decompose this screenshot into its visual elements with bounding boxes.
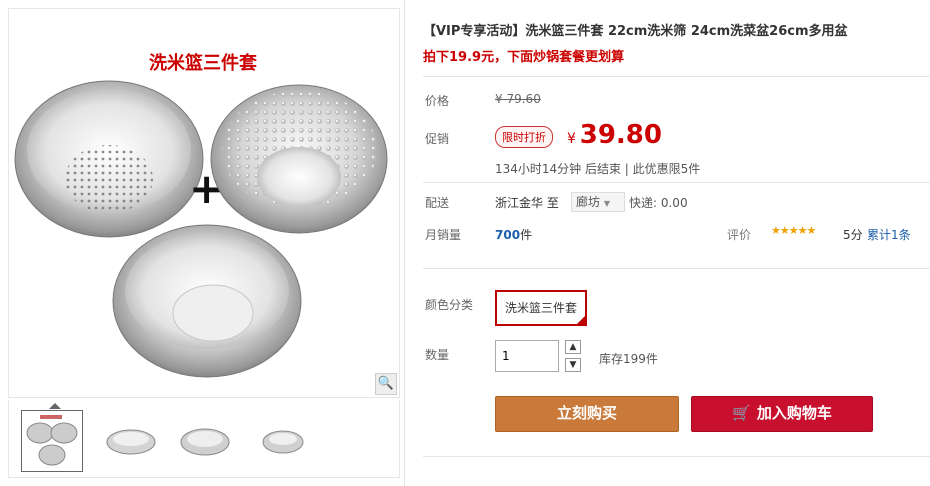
- product-info-panel: 【VIP专享活动】洗米篮三件套 22cm洗米筛 24cm洗菜盆26cm多用盆 拍…: [404, 0, 930, 486]
- divider: [423, 456, 930, 457]
- divider: [423, 182, 930, 183]
- thumbnail-strip: [8, 400, 400, 478]
- product-subtitle: 拍下19.9元，下面炒锅套餐更划算: [423, 50, 625, 65]
- divider: [423, 268, 930, 269]
- add-to-cart-button[interactable]: 🛒 加入购物车: [691, 396, 873, 432]
- product-title: 【VIP专享活动】洗米篮三件套 22cm洗米筛 24cm洗菜盆26cm多用盆: [423, 24, 848, 39]
- original-price: ¥ 79.60: [495, 92, 541, 106]
- color-label: 颜色分类: [425, 298, 474, 312]
- bowls-illustration: +: [14, 80, 388, 378]
- selected-thumb-indicator: [49, 403, 61, 409]
- promo-countdown: 134小时14分钟 后结束 | 此优惠限5件: [495, 162, 701, 176]
- gallery: 洗米篮三件套 + 🔍: [8, 8, 400, 478]
- review-count-link[interactable]: 累计1条: [867, 226, 911, 243]
- ship-to-select[interactable]: 廊坊 ▼: [571, 192, 625, 212]
- thumbnail-2[interactable]: [101, 410, 163, 472]
- price-label: 价格: [425, 94, 450, 108]
- zoom-icon[interactable]: 🔍: [375, 373, 397, 395]
- cart-icon: 🛒: [732, 404, 751, 422]
- main-product-image[interactable]: 洗米篮三件套 + 🔍: [8, 8, 400, 398]
- thumbnail-3[interactable]: [175, 410, 237, 472]
- stock-count: 库存199件: [599, 352, 658, 366]
- quantity-input[interactable]: [495, 340, 559, 372]
- rating-label: 评价: [727, 228, 752, 242]
- current-price: ¥ 39.80: [567, 120, 662, 150]
- thumbnail-4[interactable]: [253, 410, 315, 472]
- thumbnail-1[interactable]: [21, 410, 83, 472]
- quantity-increase-button[interactable]: ▲: [565, 340, 581, 354]
- monthly-sales-label: 月销量: [425, 228, 462, 242]
- divider: [423, 76, 930, 77]
- monthly-sales: 700件: [495, 228, 533, 242]
- shipping-label: 配送: [425, 196, 450, 210]
- rating-stars-icon: ★★★★★: [771, 224, 816, 237]
- rating-score: 5分: [843, 228, 863, 242]
- buy-now-button[interactable]: 立刻购买: [495, 396, 679, 432]
- promo-label: 促销: [425, 132, 450, 146]
- shipping-fee: 快递: 0.00: [629, 196, 688, 210]
- quantity-label: 数量: [425, 348, 450, 362]
- selected-check-icon: [576, 315, 586, 325]
- color-option-selected[interactable]: 洗米篮三件套: [495, 290, 587, 326]
- chevron-down-icon: ▼: [603, 199, 610, 208]
- promo-badge: 限时打折: [495, 126, 553, 148]
- ship-from: 浙江金华 至: [495, 196, 559, 210]
- quantity-decrease-button[interactable]: ▼: [565, 358, 581, 372]
